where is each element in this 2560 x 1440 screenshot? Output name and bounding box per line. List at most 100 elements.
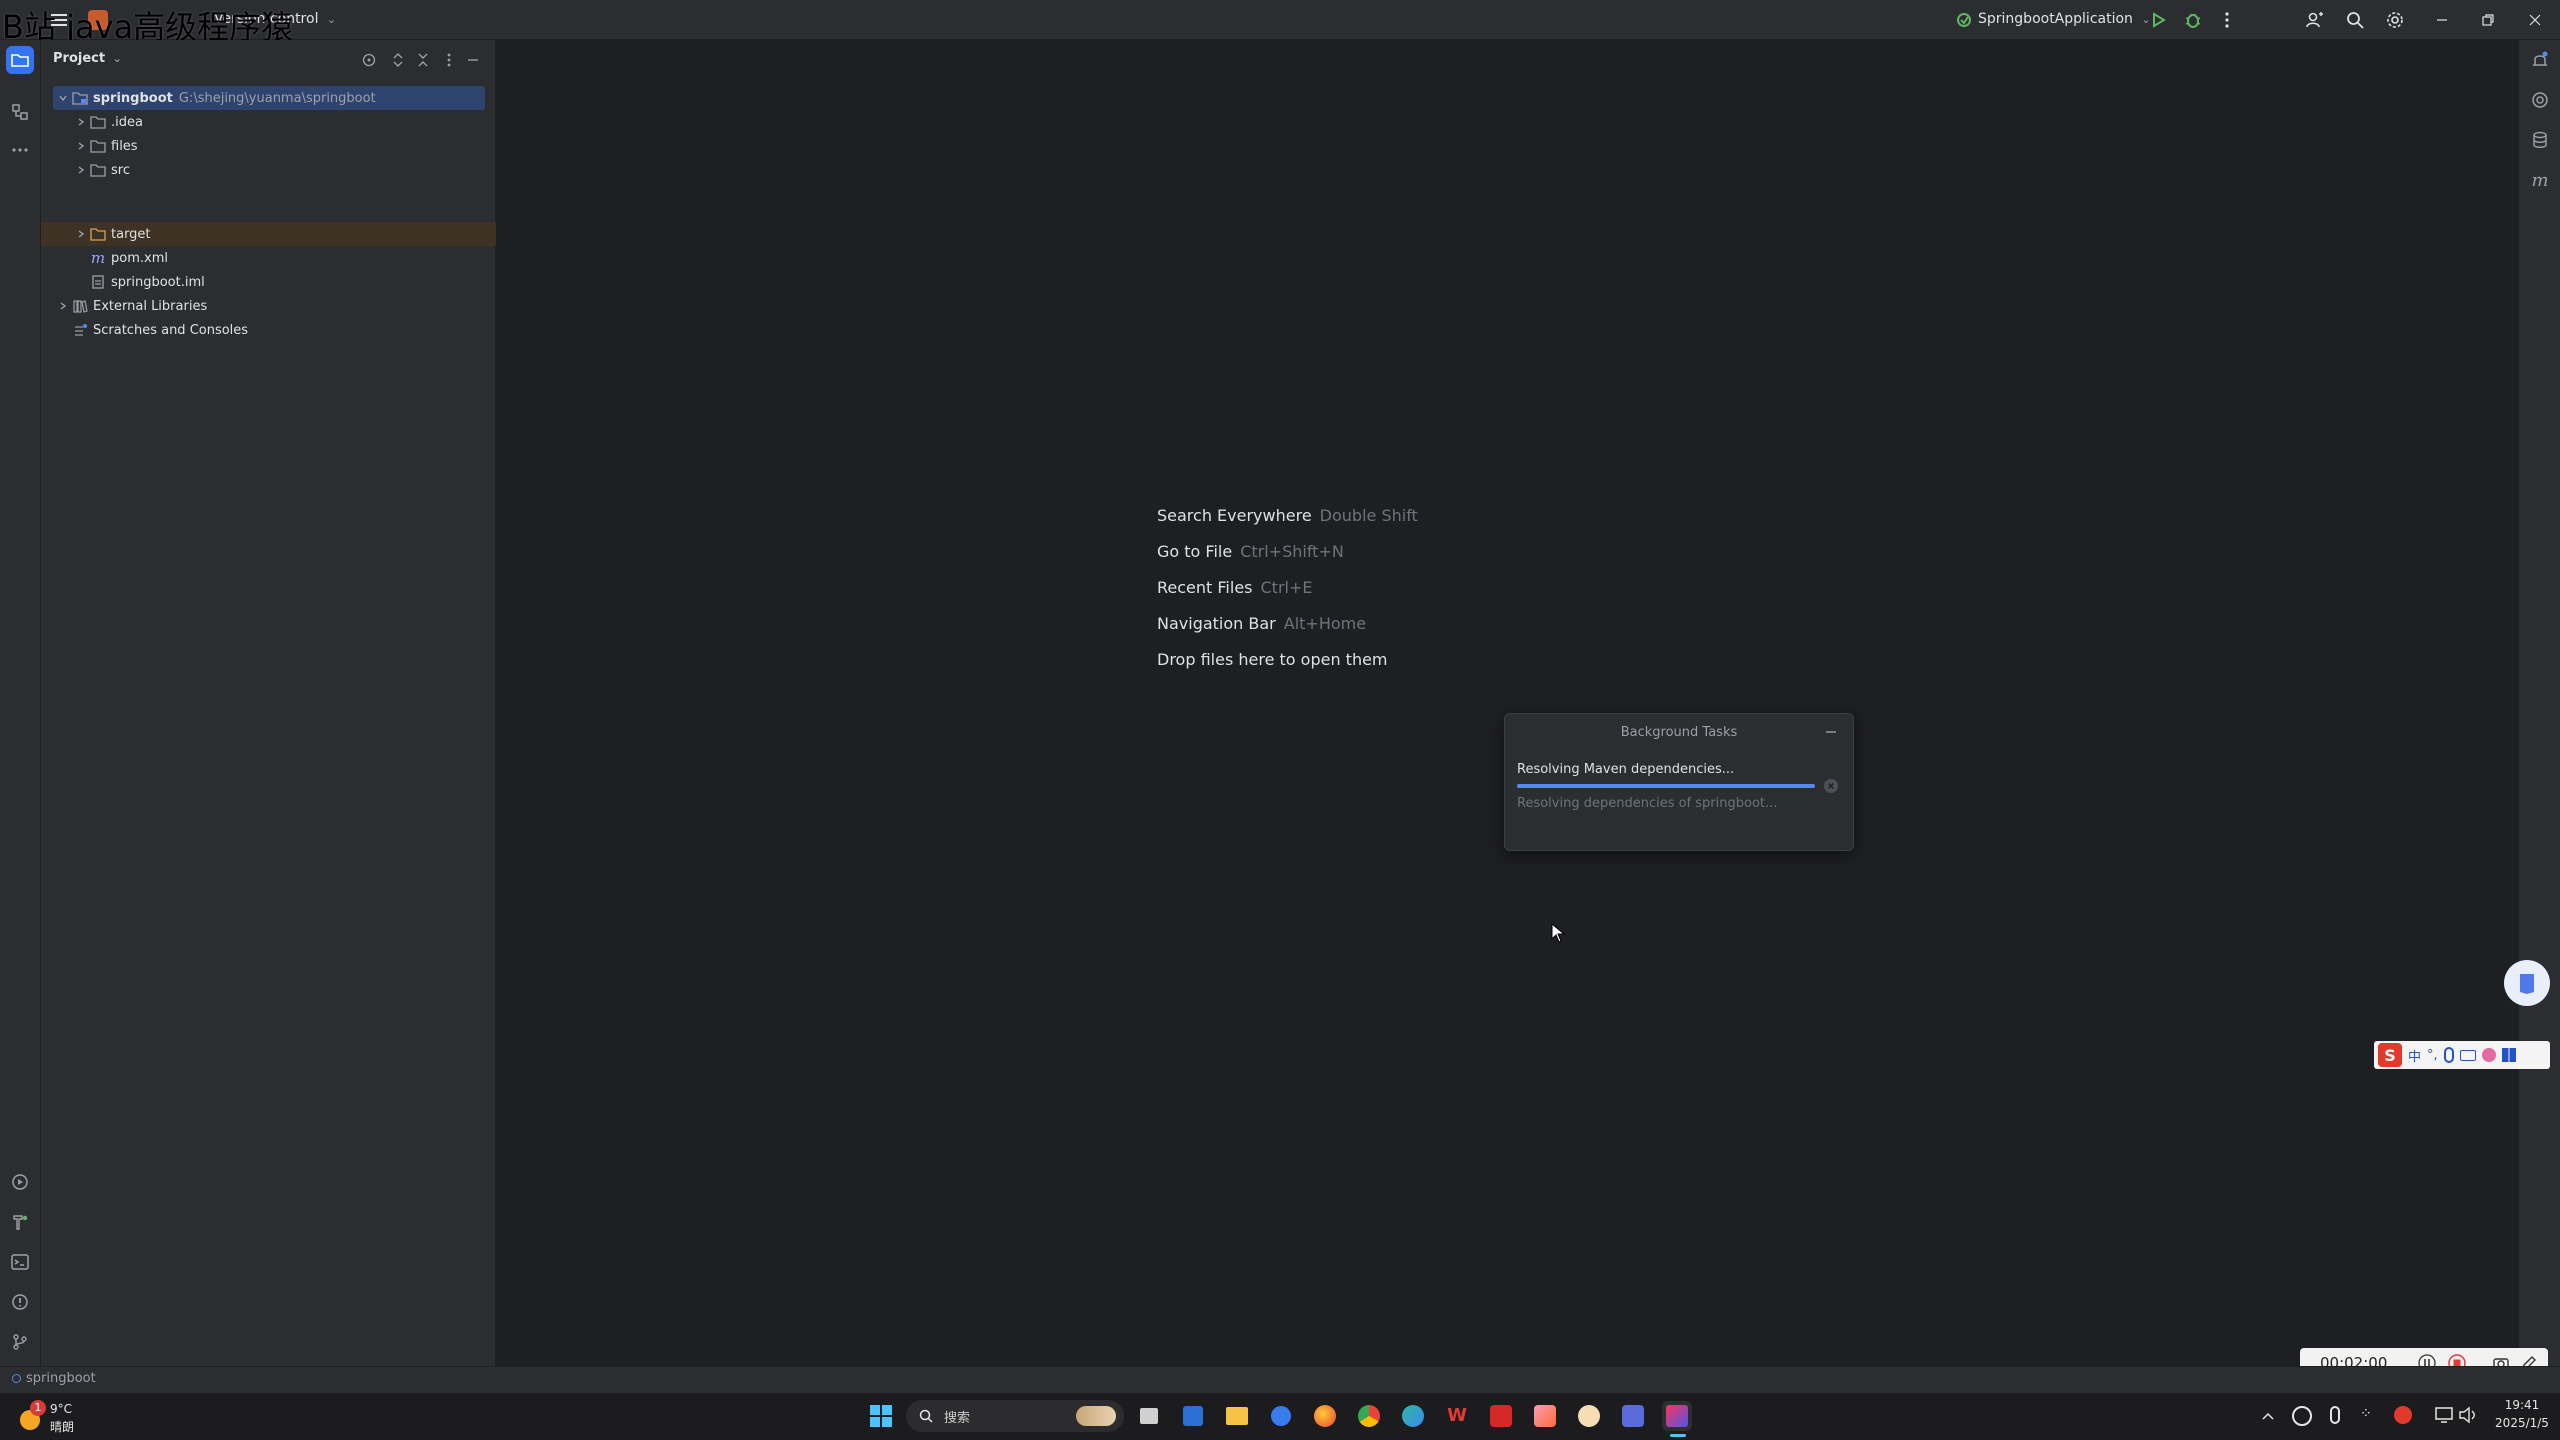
minimize-window-icon[interactable] (2432, 10, 2452, 30)
task-view-icon[interactable] (1134, 1401, 1164, 1431)
chevron-right-icon[interactable] (55, 298, 71, 314)
store-icon[interactable] (1178, 1401, 1208, 1431)
tray-sync-icon[interactable] (2292, 1406, 2312, 1426)
build-icon[interactable] (6, 1208, 34, 1236)
services-icon[interactable] (6, 1168, 34, 1196)
weather-widget[interactable]: 1 9°C 晴朗 (14, 1398, 94, 1436)
run-icon[interactable] (2148, 10, 2168, 30)
tray-volume-icon[interactable] (2458, 1406, 2478, 1424)
minimize-popup-icon[interactable] (1823, 724, 1839, 740)
run-config-selector[interactable]: SpringbootApplication ⌄ (1978, 11, 2151, 27)
debug-icon[interactable] (2183, 10, 2203, 30)
chevron-down-icon: ⌄ (112, 52, 122, 65)
project-breadcrumb[interactable]: springboot (12, 1371, 96, 1386)
terminal-icon[interactable] (6, 1248, 34, 1276)
close-window-icon[interactable] (2525, 10, 2545, 30)
problems-icon[interactable] (6, 1288, 34, 1316)
tree-item-files[interactable]: files (73, 134, 138, 158)
maven-tool-icon[interactable]: m (2526, 166, 2554, 194)
run-config-label: SpringbootApplication (1978, 11, 2133, 27)
tree-label: files (111, 138, 138, 154)
search-highlight-icon (1076, 1406, 1116, 1426)
clock-time[interactable]: 19:41 (2490, 1398, 2554, 1412)
tree-item-external-libraries[interactable]: External Libraries (55, 294, 207, 318)
clock-date[interactable]: 2025/1/5 (2490, 1416, 2554, 1430)
wps-icon[interactable]: W (1442, 1401, 1472, 1431)
cancel-task-icon[interactable] (1823, 778, 1839, 794)
hint-go-to-file[interactable]: Go to File Ctrl+Shift+N (1157, 542, 1344, 561)
options-icon[interactable] (441, 52, 457, 68)
tree-label: Scratches and Consoles (93, 322, 249, 338)
tray-microphone-icon[interactable] (2330, 1406, 2340, 1424)
windows-start-icon[interactable] (866, 1401, 896, 1431)
git-icon[interactable] (6, 1328, 34, 1356)
expand-all-icon[interactable] (390, 52, 406, 68)
app-blue-circle-icon[interactable] (1266, 1401, 1296, 1431)
code-with-me-icon[interactable] (2304, 10, 2324, 30)
tray-network-icon[interactable] (2434, 1406, 2454, 1424)
tray-sogou-icon[interactable] (2394, 1406, 2412, 1424)
ai-assistant-icon[interactable] (2526, 86, 2554, 114)
editor-area (497, 40, 2518, 1380)
intellij-idea-icon[interactable] (1662, 1401, 1692, 1431)
notifications-icon[interactable] (2526, 46, 2554, 74)
tray-overflow-icon[interactable] (2260, 1408, 2276, 1424)
chevron-down-icon[interactable] (55, 90, 71, 106)
hint-search-everywhere[interactable]: Search Everywhere Double Shift (1157, 506, 1418, 525)
tree-label: target (111, 226, 151, 242)
module-folder-icon (71, 89, 89, 107)
keyboard-icon (2459, 1049, 2476, 1061)
tree-item-springboot[interactable]: springboot G:\shejing\yuanma\springboot (55, 86, 376, 110)
tree-item-pom[interactable]: m pom.xml (89, 246, 168, 270)
project-tool-window-icon[interactable] (6, 46, 34, 74)
microphone-icon (2443, 1047, 2454, 1063)
tree-item-scratches[interactable]: Scratches and Consoles (71, 318, 248, 342)
structure-icon[interactable] (6, 98, 34, 126)
more-tool-windows-icon[interactable] (6, 136, 34, 164)
skin-icon (2481, 1048, 2496, 1062)
firefox-icon[interactable] (1310, 1401, 1340, 1431)
app-red-icon[interactable] (1486, 1401, 1516, 1431)
iml-file-icon (89, 273, 107, 291)
hint-navigation-bar[interactable]: Navigation Bar Alt+Home (1157, 614, 1366, 633)
collapse-all-icon[interactable] (415, 52, 431, 68)
hint-drop-files: Drop files here to open them (1157, 650, 1388, 669)
chevron-right-icon[interactable] (73, 114, 89, 130)
tree-item-idea[interactable]: .idea (73, 110, 143, 134)
tree-item-iml[interactable]: springboot.iml (89, 270, 205, 294)
app-translate-icon[interactable] (1618, 1401, 1648, 1431)
more-actions-icon[interactable] (2220, 10, 2234, 30)
task-detail: Resolving dependencies of springboot... (1517, 796, 1778, 811)
database-icon[interactable] (2526, 126, 2554, 154)
weather-desc: 晴朗 (50, 1420, 75, 1434)
ime-toolbar[interactable]: S 中 °, (2374, 1041, 2550, 1069)
select-opened-file-icon[interactable] (361, 52, 377, 68)
hide-panel-icon[interactable] (465, 52, 481, 68)
tree-item-target[interactable]: target (73, 222, 151, 246)
chevron-right-icon[interactable] (73, 226, 89, 242)
edge-icon[interactable] (1398, 1401, 1428, 1431)
left-tool-strip (0, 40, 41, 1380)
project-view-selector[interactable]: Project ⌄ (53, 51, 122, 66)
chevron-right-icon[interactable] (73, 162, 89, 178)
active-app-indicator (1670, 1434, 1686, 1437)
restore-window-icon[interactable] (2478, 10, 2498, 30)
app-photo-icon[interactable] (1530, 1401, 1560, 1431)
chevron-right-icon[interactable] (73, 138, 89, 154)
weather-alert-badge: 1 (30, 1400, 46, 1416)
tree-item-src[interactable]: src (73, 158, 130, 182)
app-cat-icon[interactable] (1574, 1401, 1604, 1431)
taskbar-search-box[interactable]: 搜索 (906, 1400, 1124, 1432)
settings-gear-icon[interactable] (2385, 10, 2405, 30)
folder-icon (89, 137, 107, 155)
tray-ime-icon[interactable]: ⁘ (2360, 1406, 2378, 1424)
file-explorer-icon[interactable] (1222, 1401, 1252, 1431)
search-icon[interactable] (2345, 10, 2365, 30)
hint-shortcut: Ctrl+Shift+N (1240, 542, 1344, 561)
floating-assistant-icon[interactable] (2504, 960, 2550, 1006)
right-tool-strip: m (2518, 40, 2560, 1380)
chrome-icon[interactable] (1354, 1401, 1384, 1431)
folder-icon (89, 161, 107, 179)
hint-recent-files[interactable]: Recent Files Ctrl+E (1157, 578, 1312, 597)
search-placeholder: 搜索 (944, 1411, 971, 1426)
